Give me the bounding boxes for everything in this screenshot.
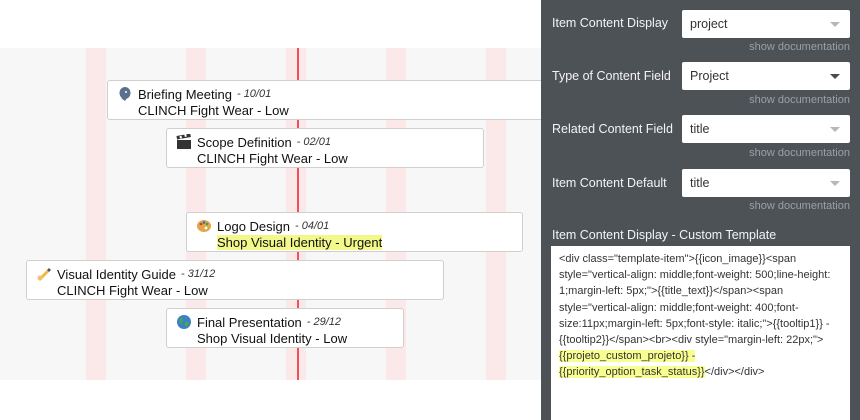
timeline-item-visual-identity-guide[interactable]: Visual Identity Guide - 31/12 CLINCH Fig… (26, 260, 444, 300)
template-code: <div class="template-item">{{icon_image}… (559, 253, 831, 347)
item-separator: - (331, 235, 344, 250)
item-title: Final Presentation (197, 314, 302, 330)
item-separator: - (253, 103, 265, 118)
custom-template-textarea[interactable]: <div class="template-item">{{icon_image}… (551, 246, 850, 420)
item-project: CLINCH Fight Wear (138, 103, 254, 118)
item-priority: Urgent (343, 235, 383, 250)
timeline-item-final-presentation[interactable]: Final Presentation - 29/12 Shop Visual I… (166, 308, 404, 348)
item-priority: Low (264, 103, 289, 118)
field-label-item-content-default: Item Content Default (552, 176, 667, 190)
dropdown-value: project (690, 17, 728, 31)
item-date: 02/01 (303, 136, 331, 148)
timeline-item-briefing-meeting[interactable]: Briefing Meeting - 10/01 CLINCH Fight We… (107, 80, 541, 120)
item-priority: Low (323, 331, 348, 346)
field-label-related-content-field: Related Content Field (552, 122, 673, 136)
item-title: Scope Definition (197, 134, 292, 150)
field-label-type-of-content-field: Type of Content Field (552, 69, 671, 83)
clapper-board-icon (175, 134, 192, 151)
dropdown-value: title (690, 176, 710, 190)
dropdown-value: title (690, 122, 710, 136)
show-documentation-link[interactable]: show documentation (749, 147, 850, 159)
item-content-default-dropdown[interactable]: title (682, 169, 850, 197)
template-highlight-project: {{projeto_custom_projeto}} - (559, 350, 696, 363)
timeline-item-logo-design[interactable]: Logo Design - 04/01 Shop Visual Identity… (186, 212, 523, 252)
chevron-down-icon (830, 74, 840, 79)
custom-template-label: Item Content Display - Custom Template (552, 228, 777, 242)
timeline-item-scope-definition[interactable]: Scope Definition - 02/01 CLINCH Fight We… (166, 128, 484, 168)
template-code-tail: </div></div> (704, 366, 765, 379)
item-title: Briefing Meeting (138, 86, 232, 102)
related-content-field-dropdown[interactable]: title (682, 115, 850, 143)
item-priority: Low (183, 283, 208, 298)
item-title: Logo Design (217, 218, 290, 234)
item-date: 10/01 (243, 88, 272, 100)
weekend-column (86, 48, 106, 380)
show-documentation-link[interactable]: show documentation (749, 200, 850, 212)
item-priority: Low (323, 151, 348, 166)
item-date: 31/12 (187, 268, 216, 280)
item-project: CLINCH Fight Wear (197, 151, 313, 166)
show-documentation-link[interactable]: show documentation (749, 41, 850, 53)
chevron-down-icon (830, 181, 840, 186)
item-project: CLINCH Fight Wear (57, 283, 173, 298)
template-highlight-priority: {{priority_option_task_status}} (559, 366, 705, 379)
item-separator: - (172, 283, 184, 298)
item-project: Shop Visual Identity (217, 235, 332, 250)
writing-hand-icon (35, 266, 52, 283)
chevron-down-icon (830, 127, 840, 132)
field-label-item-content-display: Item Content Display (552, 16, 669, 30)
palette-icon (195, 218, 212, 235)
globe-icon (175, 314, 192, 331)
chevron-down-icon (830, 22, 840, 27)
timeline-canvas: Briefing Meeting - 10/01 CLINCH Fight We… (0, 0, 541, 420)
dropdown-value: Project (690, 69, 729, 83)
item-date: 04/01 (301, 220, 330, 232)
show-documentation-link[interactable]: show documentation (749, 94, 850, 106)
item-separator: - (312, 151, 324, 166)
property-editor-panel: Item Content Display project show docume… (541, 0, 860, 420)
item-date: 29/12 (313, 316, 342, 328)
type-of-content-field-dropdown[interactable]: Project (682, 62, 850, 90)
speaking-head-icon (116, 86, 133, 103)
item-content-display-dropdown[interactable]: project (682, 10, 850, 38)
item-project: Shop Visual Identity (197, 331, 312, 346)
item-separator: - (311, 331, 324, 346)
item-title: Visual Identity Guide (57, 266, 176, 282)
